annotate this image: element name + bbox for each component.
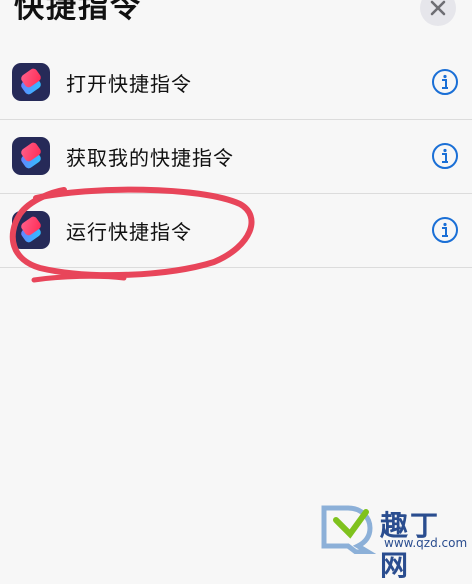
divider [0, 267, 472, 268]
close-button[interactable] [420, 0, 456, 26]
list-item-label: 获取我的快捷指令 [66, 146, 234, 170]
header: 快捷指令 [0, 0, 472, 40]
shortcut-actions-list: 打开快捷指令 获取我的快捷指令 运行快捷指令 [0, 46, 472, 268]
shortcuts-app-icon [12, 63, 50, 101]
info-button[interactable] [431, 216, 459, 244]
info-icon [432, 143, 458, 169]
info-button[interactable] [431, 142, 459, 170]
list-item-run-shortcut[interactable]: 运行快捷指令 [0, 194, 472, 268]
list-item-label: 打开快捷指令 [66, 72, 192, 96]
shortcuts-app-icon [12, 137, 50, 175]
watermark: 趣丁网 www.qzd.com [318, 500, 468, 582]
watermark-logo-icon [321, 505, 377, 554]
list-item-get-my-shortcuts[interactable]: 获取我的快捷指令 [0, 120, 472, 194]
info-button[interactable] [431, 68, 459, 96]
page-title: 快捷指令 [14, 0, 142, 25]
shortcuts-app-icon [12, 211, 50, 249]
watermark-url: www.qzd.com [384, 536, 468, 550]
close-icon [430, 0, 446, 16]
list-item-open-shortcuts[interactable]: 打开快捷指令 [0, 46, 472, 120]
info-icon [432, 217, 458, 243]
list-item-label: 运行快捷指令 [66, 220, 192, 244]
info-icon [432, 69, 458, 95]
